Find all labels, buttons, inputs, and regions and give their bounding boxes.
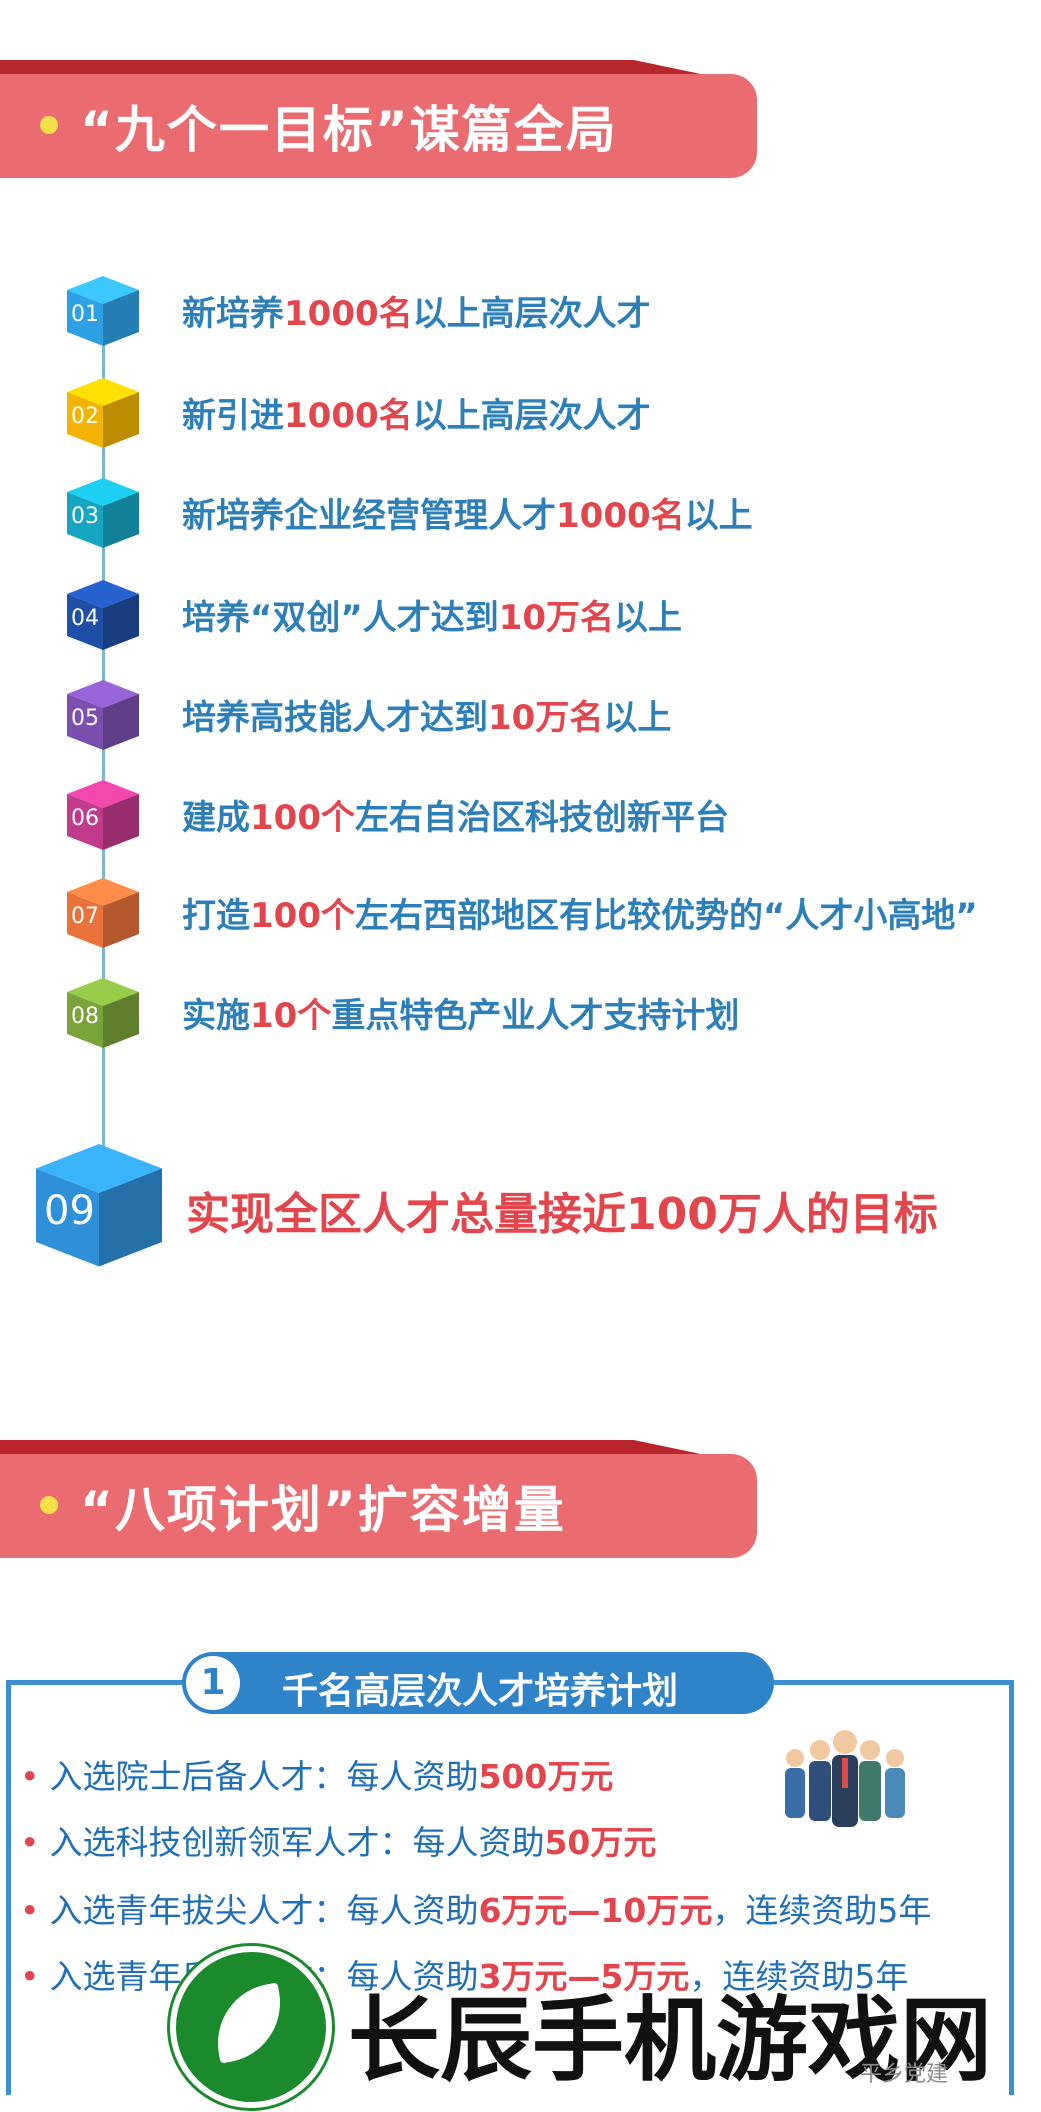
cube-icon: 03 — [63, 470, 143, 550]
section2-title: “八项计划”扩容增量 — [80, 1481, 566, 1539]
goal-text-part: 培养“双创”人才达到 — [182, 598, 499, 638]
goal-text-part: 新引进 — [182, 396, 284, 436]
goal-item: 03 新培养企业经营管理人才1000名以上 — [0, 470, 1041, 550]
goal-text-part: 以上 — [614, 598, 683, 638]
watermark: 长辰手机游戏网 平乡党建 — [170, 1938, 1040, 2112]
goal-text: 新培养1000名以上高层次人才 — [182, 286, 651, 335]
goal-number: 08 — [71, 1004, 99, 1029]
goal-text: 实现全区人才总量接近100万人的目标 — [186, 1189, 938, 1240]
goal-number: 07 — [71, 904, 99, 929]
goal-text-part: 建成 — [182, 798, 250, 838]
goal-number: 05 — [71, 706, 99, 731]
goal-highlight: 1000名 — [284, 396, 413, 436]
goal-highlight: 100个 — [250, 798, 355, 838]
goal-text-part: 培养高技能人才达到 — [182, 698, 488, 738]
bullet-dot-icon: • — [20, 1823, 40, 1862]
cube-icon: 07 — [63, 870, 143, 950]
goal-text: 打造100个左右西部地区有比较优势的“人才小高地” — [182, 888, 978, 937]
cube-icon: 06 — [63, 772, 143, 852]
plan-bullet-text: 入选科技创新领军人才：每人资助 — [49, 1823, 545, 1862]
cube-icon: 02 — [63, 370, 143, 450]
bullet-dot-icon: • — [20, 1957, 40, 1996]
goal-text-part: 以上高层次人才 — [412, 396, 651, 436]
goal-highlight: 10万名 — [498, 598, 615, 638]
goal-text-part: 实施 — [182, 996, 250, 1036]
goal-highlight: 1000名 — [556, 496, 685, 536]
goal-text-part: 以上高层次人才 — [412, 294, 651, 334]
section1-banner: “九个一目标”谋篇全局 — [0, 60, 757, 178]
goal-text-part: 左右自治区科技创新平台 — [354, 798, 729, 838]
goal-item: 06 建成100个左右自治区科技创新平台 — [0, 772, 1041, 852]
plan-bullet: • 入选院士后备人才：每人资助500万元 — [20, 1750, 613, 1798]
goal-text: 新引进1000名以上高层次人才 — [182, 388, 651, 437]
goal-item: 02 新引进1000名以上高层次人才 — [0, 370, 1041, 450]
goal-number: 03 — [71, 504, 99, 529]
goal-number: 01 — [71, 302, 99, 327]
goal-text-part: 重点特色产业人才支持计划 — [331, 996, 740, 1036]
plan-bullet: • 入选科技创新领军人才：每人资助50万元 — [20, 1816, 656, 1864]
goal-text-part: 打造 — [182, 896, 250, 936]
goal-text-part: 以上 — [603, 698, 672, 738]
bullet-dot-icon: • — [20, 1891, 40, 1930]
goal-item: 07 打造100个左右西部地区有比较优势的“人才小高地” — [0, 870, 1041, 950]
goal-text-part: 以上 — [684, 496, 753, 536]
bullet-dot-icon — [40, 116, 58, 134]
goal-text: 建成100个左右自治区科技创新平台 — [182, 790, 729, 839]
goal-item: 01 新培养1000名以上高层次人才 — [0, 268, 1041, 348]
goal-item: 04 培养“双创”人才达到10万名以上 — [0, 572, 1041, 652]
goal-highlight: 100个 — [250, 896, 355, 936]
plan-amount: 500万元 — [478, 1757, 614, 1796]
goal-number: 04 — [71, 606, 99, 631]
cube-icon: 01 — [63, 268, 143, 348]
goal-highlight: 10个 — [250, 996, 332, 1036]
goal-number: 06 — [71, 806, 99, 831]
section1-title: “九个一目标”谋篇全局 — [80, 101, 618, 159]
plan-bullet-text: 入选院士后备人才：每人资助 — [49, 1757, 479, 1796]
goal-text: 培养高技能人才达到10万名以上 — [182, 690, 671, 739]
plan-bullet-text: ，连续资助5年 — [712, 1891, 932, 1930]
cube-icon: 09 — [28, 1130, 170, 1270]
cube-icon: 05 — [63, 672, 143, 752]
plan-amount: 50万元 — [544, 1823, 657, 1862]
plan-label: 千名高层次人才培养计划 — [282, 1671, 679, 1712]
goal-item-final: 09 实现全区人才总量接近100万人的目标 — [0, 1130, 1041, 1270]
bullet-dot-icon: • — [20, 1757, 40, 1796]
goal-text-part: 新培养 — [182, 294, 284, 334]
bullet-dot-icon — [40, 1496, 58, 1514]
goal-text-part: 新培养企业经营管理人才 — [182, 496, 556, 536]
leaf-logo-icon — [170, 1946, 332, 2108]
plan-bullet: • 入选青年拔尖人才：每人资助6万元—10万元，连续资助5年 — [20, 1884, 931, 1932]
cube-icon: 04 — [63, 572, 143, 652]
section2-banner: “八项计划”扩容增量 — [0, 1440, 757, 1558]
people-group-icon — [770, 1710, 920, 1860]
cube-icon: 08 — [63, 970, 143, 1050]
source-label: 平乡党建 — [860, 2062, 949, 2087]
goal-item: 05 培养高技能人才达到10万名以上 — [0, 672, 1041, 752]
goal-text: 培养“双创”人才达到10万名以上 — [182, 590, 682, 639]
plan-amount: 6万元—10万元 — [478, 1891, 713, 1930]
goal-item: 08 实施10个重点特色产业人才支持计划 — [0, 970, 1041, 1050]
plan-header: 1 千名高层次人才培养计划 — [182, 1652, 774, 1714]
goal-highlight: 1000名 — [284, 294, 413, 334]
goal-number: 09 — [44, 1188, 95, 1234]
plan-bullet-text: 入选青年拔尖人才：每人资助 — [49, 1891, 479, 1930]
goal-text: 新培养企业经营管理人才1000名以上 — [182, 488, 753, 537]
goal-number: 02 — [71, 404, 99, 429]
goal-highlight: 10万名 — [488, 698, 604, 738]
goal-text-part: 左右西部地区有比较优势的“人才小高地” — [354, 896, 978, 936]
plan-index: 1 — [186, 1656, 240, 1710]
goal-text: 实施10个重点特色产业人才支持计划 — [182, 988, 739, 1037]
